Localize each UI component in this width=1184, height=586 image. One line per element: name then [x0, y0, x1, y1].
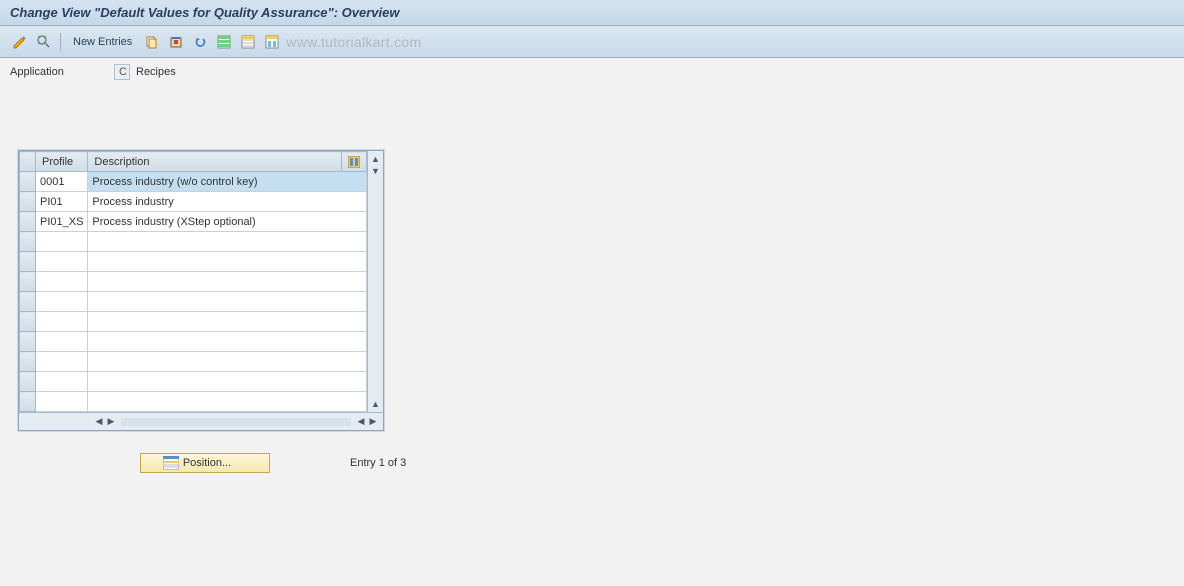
scroll-left-icon[interactable]: ◀ — [93, 416, 105, 428]
cell-profile[interactable] — [36, 312, 88, 332]
table-row-empty — [20, 292, 367, 312]
application-text: Recipes — [136, 66, 176, 78]
scroll-down-icon[interactable]: ▲ — [370, 398, 382, 410]
other-view-icon[interactable] — [34, 32, 54, 52]
table-corner[interactable] — [20, 152, 36, 172]
configure-icon[interactable] — [262, 32, 282, 52]
content-area: Application C Recipes Profile Descriptio… — [0, 58, 1184, 586]
cell-profile[interactable] — [36, 352, 88, 372]
cell-profile[interactable]: PI01_XS — [36, 212, 88, 232]
cell-profile[interactable] — [36, 372, 88, 392]
table-row-empty — [20, 332, 367, 352]
cell-profile[interactable] — [36, 232, 88, 252]
scroll-right2-icon[interactable]: ▶ — [367, 416, 379, 428]
copy-as-icon[interactable] — [142, 32, 162, 52]
row-selector[interactable] — [20, 212, 36, 232]
row-selector[interactable] — [20, 392, 36, 412]
application-label: Application — [10, 66, 110, 78]
cell-profile[interactable] — [36, 292, 88, 312]
cell-description[interactable] — [88, 312, 367, 332]
scroll-up-icon[interactable]: ▲ — [370, 153, 382, 165]
row-selector[interactable] — [20, 292, 36, 312]
new-entries-button[interactable]: New Entries — [67, 34, 138, 50]
vertical-scrollbar[interactable]: ▲ ▼ ▲ — [367, 151, 383, 412]
cell-description[interactable] — [88, 252, 367, 272]
table-row-empty — [20, 252, 367, 272]
row-selector[interactable] — [20, 192, 36, 212]
scroll-track[interactable] — [121, 418, 351, 426]
column-header-description[interactable]: Description — [88, 152, 342, 172]
row-selector[interactable] — [20, 332, 36, 352]
table-row-empty — [20, 392, 367, 412]
cell-profile[interactable] — [36, 332, 88, 352]
position-icon — [163, 456, 179, 470]
row-selector[interactable] — [20, 272, 36, 292]
table-row-empty — [20, 312, 367, 332]
toolbar: New Entries www.tutorialkart.com — [0, 26, 1184, 58]
entry-status: Entry 1 of 3 — [350, 457, 406, 469]
title-bar: Change View "Default Values for Quality … — [0, 0, 1184, 26]
select-all-icon[interactable] — [214, 32, 234, 52]
scroll-down-small-icon[interactable]: ▼ — [370, 165, 382, 177]
delete-icon[interactable] — [166, 32, 186, 52]
cell-description[interactable] — [88, 372, 367, 392]
row-selector[interactable] — [20, 312, 36, 332]
profile-table: Profile Description 0001Process industry… — [19, 151, 367, 412]
profile-table-container: Profile Description 0001Process industry… — [18, 150, 384, 431]
cell-description[interactable] — [88, 292, 367, 312]
position-row: Position... Entry 1 of 3 — [140, 453, 1174, 473]
position-button[interactable]: Position... — [140, 453, 270, 473]
cell-profile[interactable]: 0001 — [36, 172, 88, 192]
scroll-left2-icon[interactable]: ◀ — [355, 416, 367, 428]
table-config-button[interactable] — [342, 152, 367, 172]
undo-icon[interactable] — [190, 32, 210, 52]
cell-description[interactable]: Process industry (w/o control key) — [88, 172, 367, 192]
cell-description[interactable] — [88, 232, 367, 252]
page-title: Change View "Default Values for Quality … — [10, 5, 399, 20]
table-row: 0001Process industry (w/o control key) — [20, 172, 367, 192]
cell-profile[interactable] — [36, 272, 88, 292]
table-row-empty — [20, 272, 367, 292]
cell-profile[interactable]: PI01 — [36, 192, 88, 212]
horizontal-scrollbar[interactable]: ◀ ▶ ◀ ▶ — [19, 412, 383, 430]
cell-description[interactable] — [88, 352, 367, 372]
cell-profile[interactable] — [36, 252, 88, 272]
separator — [60, 33, 61, 51]
deselect-all-icon[interactable] — [238, 32, 258, 52]
row-selector[interactable] — [20, 252, 36, 272]
position-button-label: Position... — [183, 457, 231, 469]
cell-profile[interactable] — [36, 392, 88, 412]
row-selector[interactable] — [20, 372, 36, 392]
cell-description[interactable]: Process industry — [88, 192, 367, 212]
cell-description[interactable] — [88, 332, 367, 352]
row-selector[interactable] — [20, 172, 36, 192]
row-selector[interactable] — [20, 352, 36, 372]
cell-description[interactable]: Process industry (XStep optional) — [88, 212, 367, 232]
cell-description[interactable] — [88, 272, 367, 292]
table-row: PI01_XSProcess industry (XStep optional) — [20, 212, 367, 232]
application-code[interactable]: C — [114, 64, 130, 80]
table-row-empty — [20, 232, 367, 252]
toggle-display-change-icon[interactable] — [10, 32, 30, 52]
scroll-right-icon[interactable]: ▶ — [105, 416, 117, 428]
table-row: PI01Process industry — [20, 192, 367, 212]
watermark-text: www.tutorialkart.com — [286, 34, 421, 50]
table-row-empty — [20, 352, 367, 372]
row-selector[interactable] — [20, 232, 36, 252]
application-field-row: Application C Recipes — [10, 64, 1174, 80]
cell-description[interactable] — [88, 392, 367, 412]
column-header-profile[interactable]: Profile — [36, 152, 88, 172]
table-row-empty — [20, 372, 367, 392]
